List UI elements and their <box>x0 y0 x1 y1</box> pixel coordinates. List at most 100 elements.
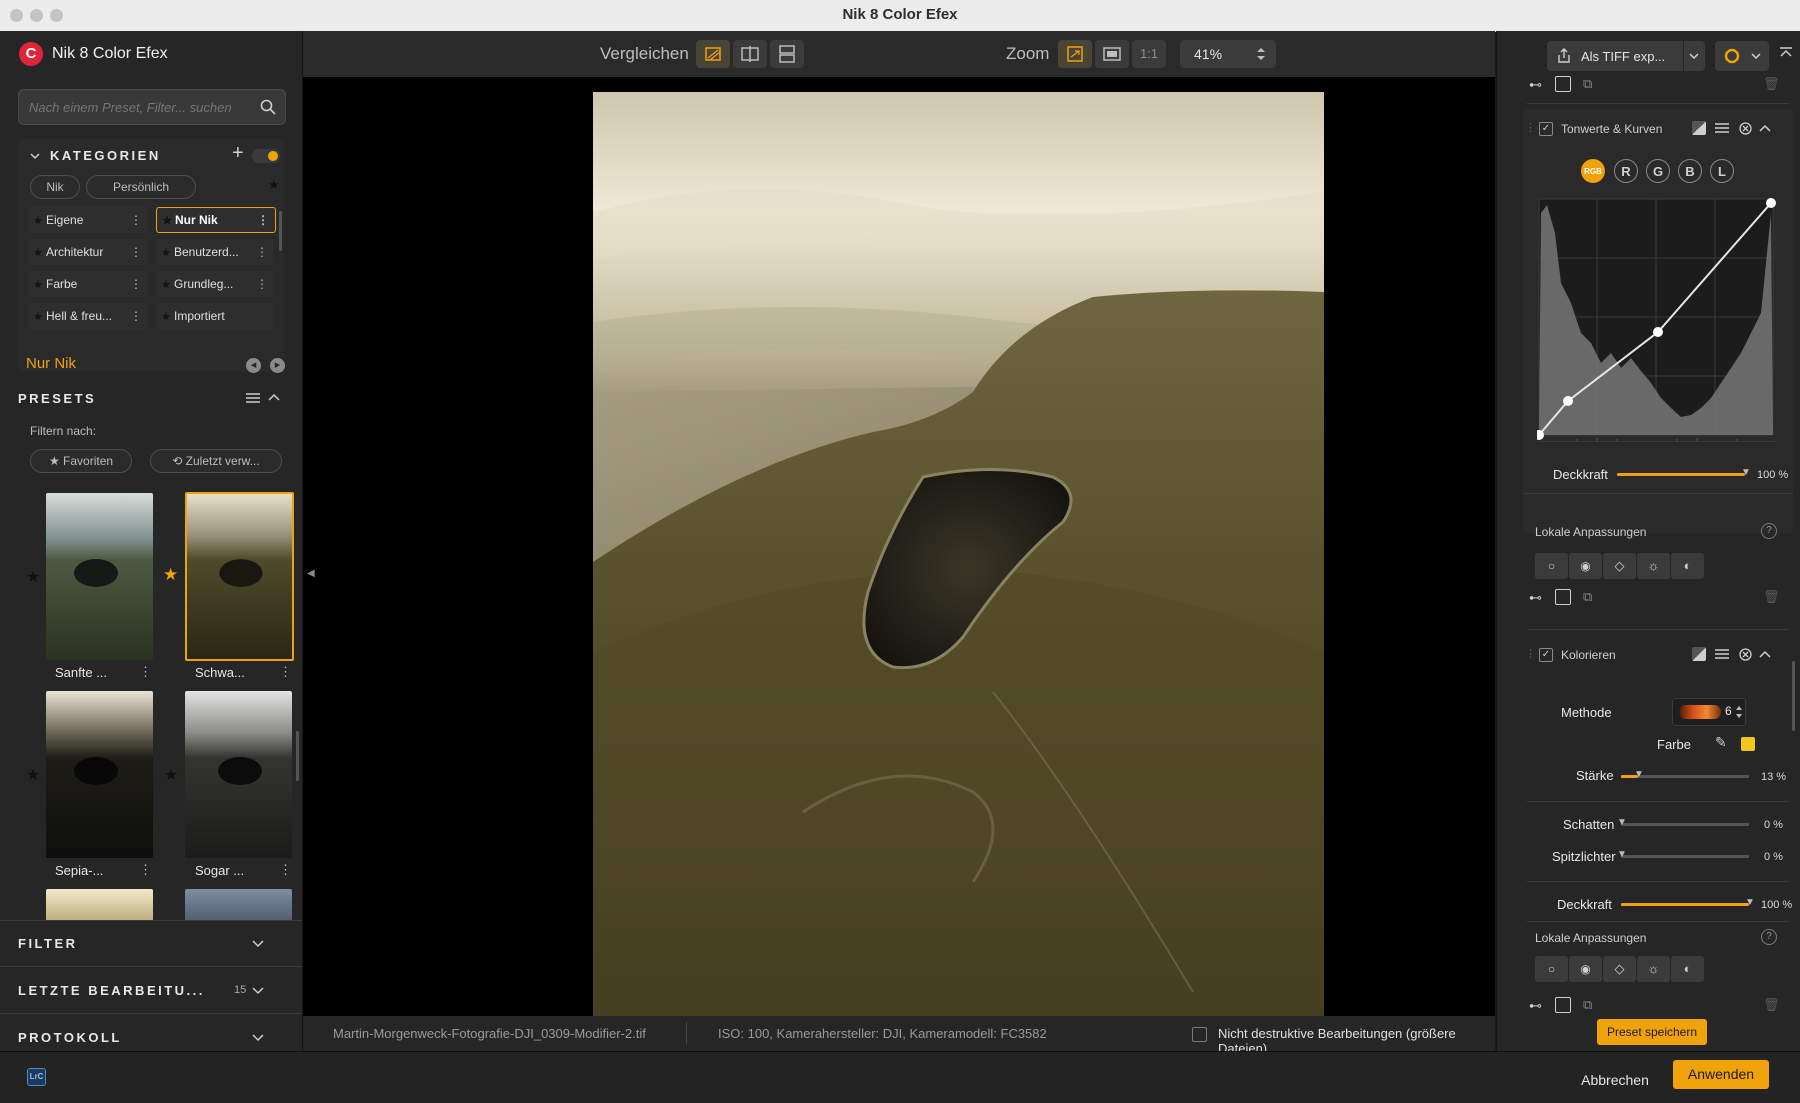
compare-off-button[interactable] <box>696 40 730 68</box>
channel-rgb-button[interactable]: RGB <box>1581 159 1605 183</box>
chevron-up-icon[interactable] <box>1759 650 1771 659</box>
star-icon[interactable]: ★ <box>164 765 178 785</box>
channel-r-button[interactable]: R <box>1614 159 1638 183</box>
curve-point[interactable] <box>1766 198 1776 208</box>
chevron-down-icon[interactable] <box>1689 53 1699 61</box>
trash-icon[interactable]: 🗑 <box>1763 997 1780 1013</box>
more-icon[interactable]: ⋮ <box>279 664 292 680</box>
mask-icon[interactable] <box>1555 589 1571 605</box>
categories-scrollbar[interactable] <box>279 211 282 251</box>
category-item[interactable]: ★ Eigene ⋮ <box>28 207 148 233</box>
curve-point[interactable] <box>1653 327 1663 337</box>
more-icon[interactable]: ⋮ <box>139 862 152 878</box>
star-icon[interactable]: ★ <box>158 240 174 266</box>
opacity-slider[interactable] <box>1621 903 1749 906</box>
channel-b-button[interactable]: B <box>1678 159 1702 183</box>
zoom-fit-button[interactable] <box>1058 40 1092 68</box>
chip-nik[interactable]: Nik <box>30 175 80 199</box>
slider-handle-icon[interactable]: ▼ <box>1634 769 1644 780</box>
preset-thumbnail[interactable] <box>185 691 292 858</box>
star-icon[interactable]: ★ <box>26 765 40 785</box>
mask-brush-icon[interactable]: ⊷ <box>1529 590 1542 606</box>
slider-handle-icon[interactable]: ▼ <box>1617 817 1627 828</box>
filter-favorites-chip[interactable]: ★ Favoriten <box>30 449 132 473</box>
chevron-down-icon[interactable] <box>1751 53 1761 61</box>
export-button[interactable]: Als TIFF exp... <box>1547 41 1705 71</box>
mask-icon[interactable] <box>1555 997 1571 1013</box>
non-destructive-checkbox[interactable] <box>1192 1027 1207 1042</box>
zoom-fill-button[interactable] <box>1095 40 1129 68</box>
favorite-filter-star-icon[interactable]: ★ <box>268 177 280 193</box>
cancel-button[interactable]: Abbrechen <box>1560 1067 1670 1093</box>
chevron-down-icon[interactable] <box>252 1033 264 1043</box>
category-item-selected[interactable]: ★ Nur Nik ⋮ <box>156 207 276 233</box>
luminance-button[interactable]: ☼ <box>1637 956 1670 982</box>
recipe-button[interactable] <box>1715 41 1769 71</box>
mask-brush-icon[interactable]: ⊷ <box>1529 998 1542 1014</box>
drag-handle-icon[interactable]: ⋮ <box>1525 121 1536 134</box>
color-range-button[interactable]: ◐ <box>1671 956 1704 982</box>
trash-icon[interactable]: 🗑 <box>1763 589 1780 605</box>
preset-thumbnail[interactable] <box>46 691 153 858</box>
preset-thumbnail-selected[interactable] <box>185 492 294 661</box>
remove-filter-icon[interactable] <box>1739 648 1752 661</box>
compare-side-by-side-button[interactable] <box>770 40 804 68</box>
next-category-icon[interactable]: ▸ <box>270 358 285 373</box>
filter-mask-icon[interactable] <box>1692 647 1706 661</box>
drag-handle-icon[interactable]: ⋮ <box>1525 647 1536 660</box>
eyedropper-icon[interactable]: ✎ <box>1715 734 1727 751</box>
zoom-one-to-one-button[interactable]: 1:1 <box>1132 40 1166 68</box>
star-icon[interactable]: ★ <box>26 567 40 587</box>
search-field[interactable] <box>18 89 286 125</box>
channel-g-button[interactable]: G <box>1646 159 1670 183</box>
enable-checkbox[interactable]: ✓ <box>1539 648 1553 662</box>
filter-section[interactable]: FILTER <box>0 920 302 967</box>
highlights-slider[interactable] <box>1621 855 1749 858</box>
more-icon[interactable]: ⋮ <box>130 239 142 265</box>
compare-split-button[interactable] <box>733 40 767 68</box>
category-item[interactable]: ★ Benutzerd... ⋮ <box>156 239 274 265</box>
more-icon[interactable]: ⋮ <box>130 303 142 329</box>
menu-icon[interactable] <box>1715 648 1729 660</box>
star-icon[interactable]: ★ <box>30 304 46 330</box>
more-icon[interactable]: ⋮ <box>279 862 292 878</box>
trash-icon[interactable]: 🗑 <box>1763 76 1780 92</box>
star-icon[interactable]: ★ <box>158 304 174 330</box>
menu-icon[interactable] <box>1715 122 1729 134</box>
more-icon[interactable]: ⋮ <box>139 664 152 680</box>
chevron-down-icon[interactable] <box>30 151 40 161</box>
preset-thumbnail[interactable] <box>46 493 153 660</box>
curve-point[interactable] <box>1563 396 1573 406</box>
slider-handle-icon[interactable]: ▼ <box>1745 897 1755 908</box>
mask-icon[interactable] <box>1555 76 1571 92</box>
category-item[interactable]: ★ Importiert <box>156 303 274 329</box>
channel-l-button[interactable]: L <box>1710 159 1734 183</box>
search-input[interactable] <box>27 96 251 118</box>
copy-icon[interactable]: ⧉ <box>1583 589 1592 605</box>
star-icon[interactable]: ★ <box>30 272 46 298</box>
chevron-down-icon[interactable] <box>252 986 264 996</box>
collapse-left-panel-icon[interactable]: ◀ <box>307 568 315 579</box>
presets-scrollbar[interactable] <box>296 731 299 781</box>
star-icon[interactable]: ★ <box>30 208 46 234</box>
apply-button[interactable]: Anwenden <box>1673 1060 1769 1089</box>
category-item[interactable]: ★ Grundleg... ⋮ <box>156 271 274 297</box>
main-image[interactable] <box>593 92 1324 1068</box>
category-item[interactable]: ★ Architektur ⋮ <box>28 239 148 265</box>
categories-toggle[interactable] <box>252 149 280 163</box>
more-icon[interactable]: ⋮ <box>257 208 269 232</box>
filter-mask-icon[interactable] <box>1692 121 1706 135</box>
chip-personal[interactable]: Persönlich <box>86 175 196 199</box>
more-icon[interactable]: ⋮ <box>130 271 142 297</box>
tag-button[interactable]: ◇ <box>1603 956 1636 982</box>
chevron-down-icon[interactable] <box>252 939 264 949</box>
method-select[interactable]: 6 <box>1672 698 1746 726</box>
copy-icon[interactable]: ⧉ <box>1583 76 1592 92</box>
more-icon[interactable]: ⋮ <box>256 239 268 265</box>
last-edits-section[interactable]: LETZTE BEARBEITU... 15 <box>0 966 302 1014</box>
chevron-up-icon[interactable] <box>1759 124 1771 133</box>
luminance-button[interactable]: ☼ <box>1637 553 1670 579</box>
filter-recent-chip[interactable]: ⟲ Zuletzt verw... <box>150 449 282 473</box>
more-icon[interactable]: ⋮ <box>130 207 142 233</box>
tag-button[interactable]: ◇ <box>1603 553 1636 579</box>
